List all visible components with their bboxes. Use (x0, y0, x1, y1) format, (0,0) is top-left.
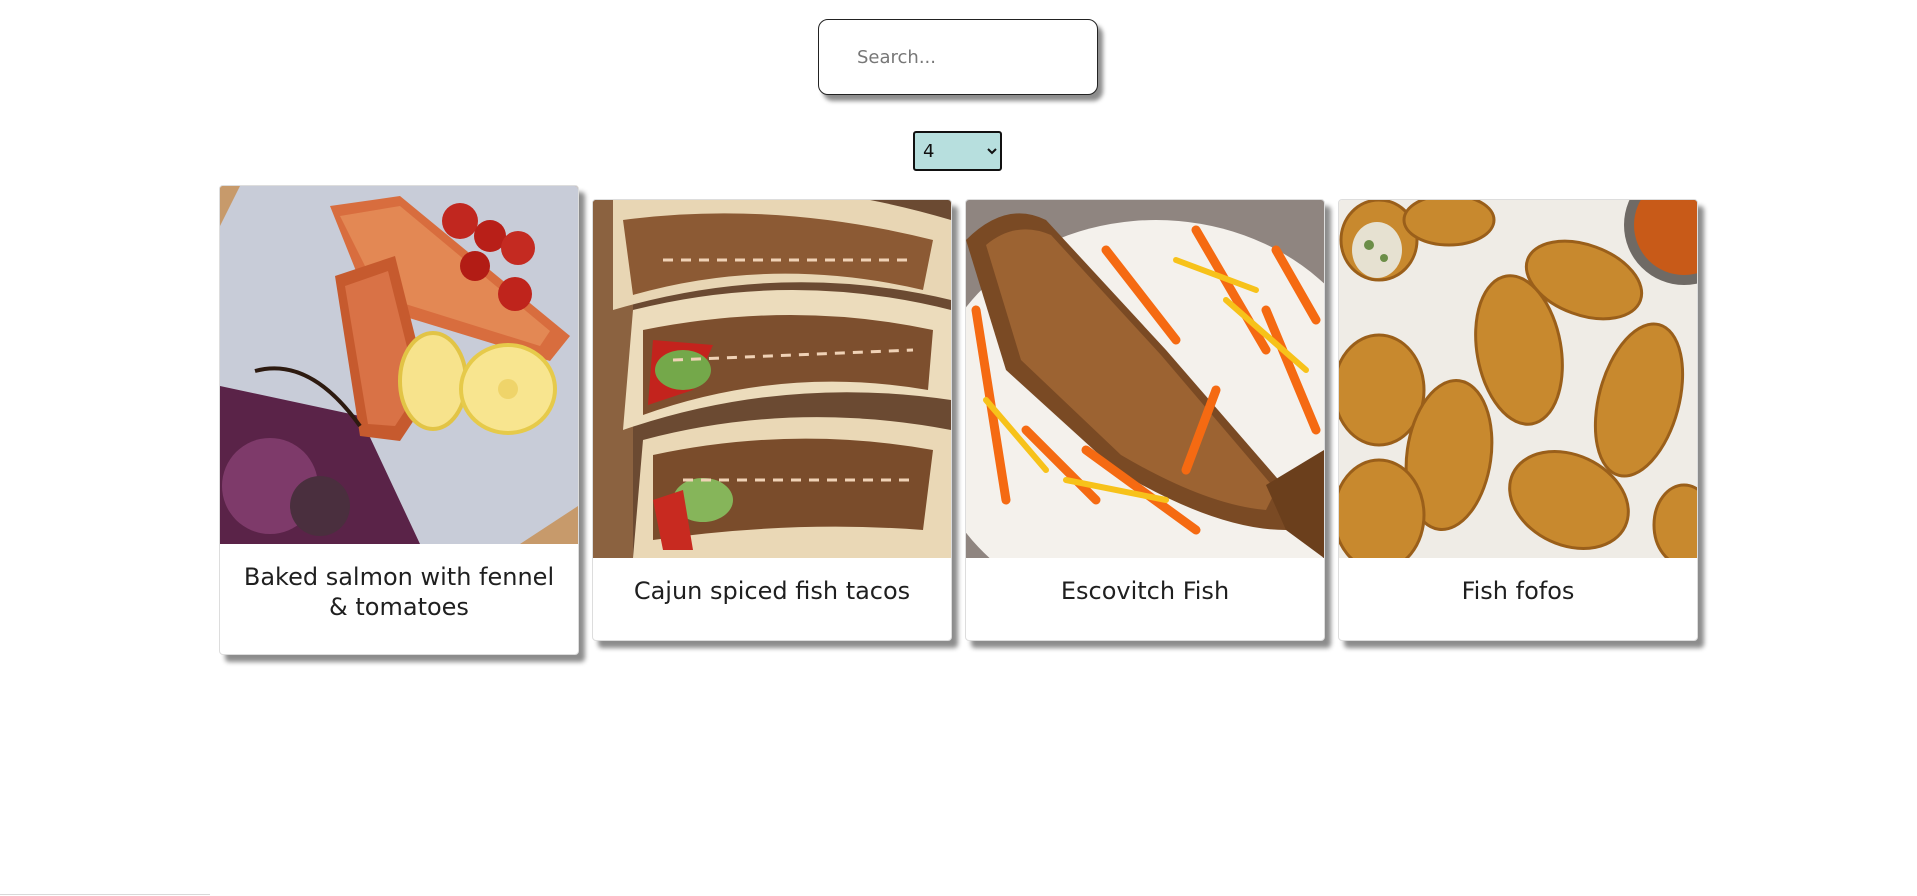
recipe-title: Escovitch Fish (1060, 577, 1230, 605)
recipe-search-page: 4 (0, 0, 1917, 896)
search-box (818, 19, 1098, 95)
escovitch-fish-photo[interactable] (966, 200, 1324, 558)
recipe-title: Fish fofos (1461, 577, 1575, 605)
recipe-title: Cajun spiced fish tacos (633, 577, 911, 605)
baked-salmon-photo[interactable] (220, 186, 578, 544)
result-count-selector: 4 (913, 131, 1002, 171)
fish-fofos-photo[interactable] (1339, 200, 1697, 558)
fish-tacos-photo[interactable] (593, 200, 951, 558)
divider (0, 894, 210, 895)
recipe-card[interactable]: Cajun spiced fish tacos (592, 199, 952, 641)
result-count-select[interactable]: 4 (913, 131, 1002, 171)
recipe-card[interactable]: Escovitch Fish (965, 199, 1325, 641)
recipe-card[interactable]: Fish fofos (1338, 199, 1698, 641)
recipe-card[interactable]: Baked salmon with fennel & tomatoes (219, 185, 579, 655)
recipe-title: Baked salmon with fennel & tomatoes (243, 563, 555, 621)
search-input[interactable] (818, 19, 1098, 95)
